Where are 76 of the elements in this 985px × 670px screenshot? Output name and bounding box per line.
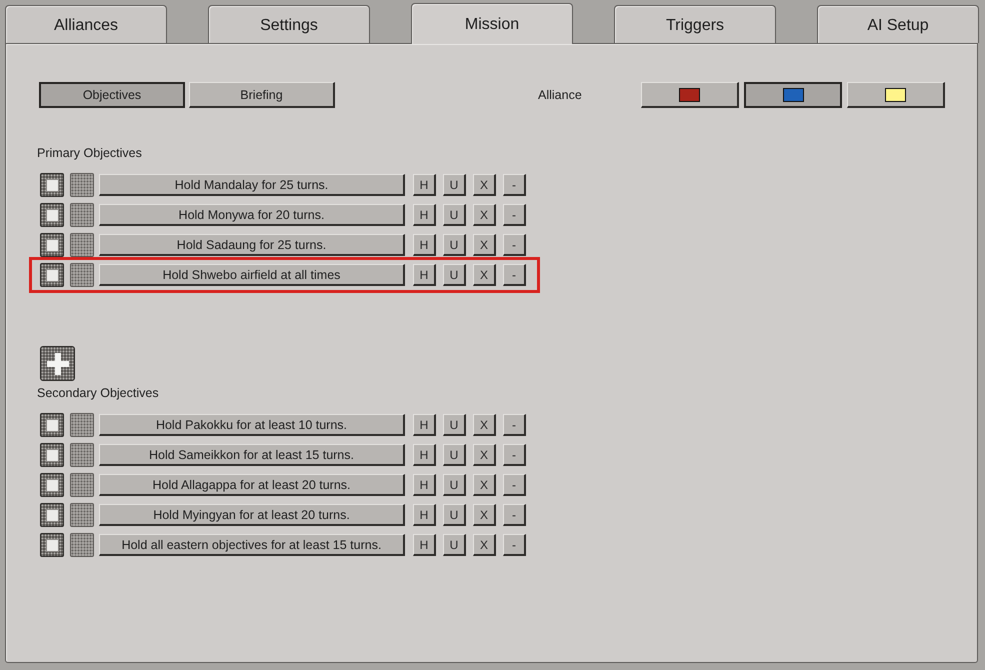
checkbox[interactable] [70,203,94,227]
checkbox[interactable] [40,473,64,497]
objective-button[interactable]: Hold Sadaung for 25 turns. [99,234,405,256]
action-button[interactable]: - [503,414,526,436]
action-button[interactable]: H [413,504,436,526]
action-button[interactable]: U [443,264,466,286]
tab[interactable]: AI Setup [817,5,979,43]
checkbox[interactable] [70,533,94,557]
action-button[interactable]: U [443,534,466,556]
action-button[interactable]: X [473,174,496,196]
action-button[interactable]: X [473,444,496,466]
action-button[interactable]: - [503,504,526,526]
objective-button[interactable]: Hold Shwebo airfield at all times [99,264,405,286]
section-title: Secondary Objectives [37,385,159,401]
objective-button[interactable]: Hold Monywa for 20 turns. [99,204,405,226]
action-button[interactable]: X [473,474,496,496]
action-button[interactable]: U [443,204,466,226]
action-button[interactable]: - [503,444,526,466]
action-button[interactable]: H [413,444,436,466]
checkbox[interactable] [70,503,94,527]
action-button[interactable]: X [473,234,496,256]
objective-button[interactable]: Hold all eastern objectives for at least 15 turns. [99,534,405,556]
checkbox[interactable] [40,263,64,287]
action-button[interactable]: U [443,414,466,436]
action-button[interactable]: - [503,204,526,226]
checkbox[interactable] [40,233,64,257]
action-button[interactable]: X [473,204,496,226]
section-tab[interactable]: Objectives [39,82,185,108]
action-button[interactable]: X [473,264,496,286]
tab[interactable]: Alliances [5,5,167,43]
action-button[interactable]: H [413,414,436,436]
section-tab[interactable]: Briefing [189,82,335,108]
action-button[interactable]: - [503,174,526,196]
action-button[interactable]: U [443,504,466,526]
action-button[interactable]: H [413,234,436,256]
action-button[interactable]: H [413,534,436,556]
checkbox[interactable] [70,443,94,467]
section-title: Primary Objectives [37,145,142,161]
add-objective-button[interactable] [40,346,75,381]
alliance-button[interactable] [744,82,842,108]
action-button[interactable]: U [443,444,466,466]
checkbox[interactable] [40,533,64,557]
checkbox[interactable] [40,503,64,527]
action-button[interactable]: U [443,234,466,256]
action-button[interactable]: - [503,264,526,286]
objective-button[interactable]: Hold Myingyan for at least 20 turns. [99,504,405,526]
checkbox[interactable] [40,413,64,437]
action-button[interactable]: H [413,174,436,196]
action-button[interactable]: H [413,474,436,496]
action-button[interactable]: - [503,474,526,496]
action-button[interactable]: H [413,264,436,286]
checkbox[interactable] [40,203,64,227]
action-button[interactable]: X [473,414,496,436]
checkbox[interactable] [70,263,94,287]
objective-button[interactable]: Hold Mandalay for 25 turns. [99,174,405,196]
objective-button[interactable]: Hold Allagappa for at least 20 turns. [99,474,405,496]
tab[interactable]: Mission [411,3,573,44]
action-button[interactable]: H [413,204,436,226]
checkbox[interactable] [70,233,94,257]
action-button[interactable]: U [443,474,466,496]
objective-button[interactable]: Hold Pakokku for at least 10 turns. [99,414,405,436]
action-button[interactable]: U [443,174,466,196]
checkbox[interactable] [40,173,64,197]
checkbox[interactable] [70,473,94,497]
checkbox[interactable] [70,173,94,197]
plus-icon [46,352,68,374]
checkbox[interactable] [40,443,64,467]
action-button[interactable]: X [473,504,496,526]
objective-button[interactable]: Hold Sameikkon for at least 15 turns. [99,444,405,466]
checkbox[interactable] [70,413,94,437]
action-button[interactable]: - [503,534,526,556]
tab[interactable]: Settings [208,5,370,43]
action-button[interactable]: - [503,234,526,256]
tab[interactable]: Triggers [614,5,776,43]
alliance-label: Alliance [538,88,582,102]
action-button[interactable]: X [473,534,496,556]
